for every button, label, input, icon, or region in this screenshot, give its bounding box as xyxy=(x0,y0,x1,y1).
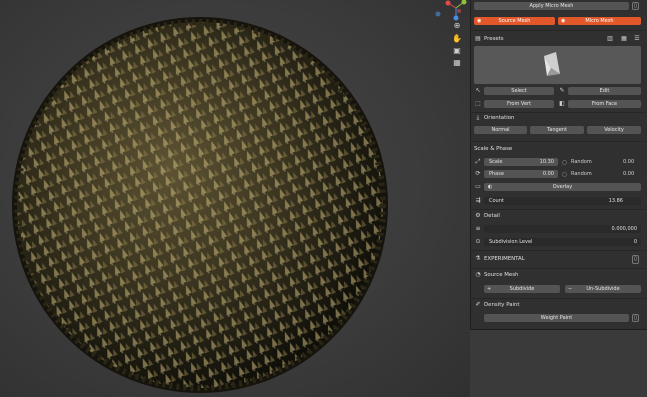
navigation-gizmo-icon[interactable] xyxy=(430,0,470,70)
apply-micro-mesh-button[interactable]: Apply Micro Mesh xyxy=(474,2,629,10)
detail-slider[interactable]: 0.000,000 xyxy=(484,225,641,233)
plus-icon: + xyxy=(487,286,492,292)
from-vert-button[interactable]: From Vert xyxy=(484,100,554,108)
detail-header: Detail xyxy=(484,213,500,219)
viewport-background xyxy=(470,330,647,397)
list-view-icon[interactable]: ▥ xyxy=(606,35,614,43)
presets-icon: ▤ xyxy=(475,35,481,42)
eye-icon: ◉ xyxy=(561,18,566,24)
overlay-button[interactable]: ◐ Overlay xyxy=(484,183,641,191)
subdivide-button[interactable]: + Subdivide xyxy=(484,285,560,293)
monitor-icon: ▭ xyxy=(475,183,481,190)
hand-icon[interactable]: ✋ xyxy=(452,34,462,44)
minus-icon: − xyxy=(568,286,573,292)
orientation-tangent-button[interactable]: Tangent xyxy=(530,126,584,134)
orientation-velocity-button[interactable]: Velocity xyxy=(587,126,641,134)
select-button[interactable]: Select xyxy=(484,87,554,95)
scale-icon: ⤢ xyxy=(475,158,481,165)
orientation-icon: ⤓ xyxy=(476,114,480,121)
eye-icon: ◉ xyxy=(477,18,482,24)
detail-icon: ⚙ xyxy=(475,212,481,219)
random-scale-toggle[interactable] xyxy=(562,160,567,165)
trash-icon[interactable]: ▯ xyxy=(632,2,639,10)
trash-icon[interactable]: ▯ xyxy=(632,314,639,322)
pencil-icon: ✎ xyxy=(559,87,565,94)
grid-view-icon[interactable]: ▦ xyxy=(620,35,628,43)
phase-icon: ⟳ xyxy=(475,170,481,177)
random-phase-label: Random xyxy=(571,171,592,177)
random-scale-label: Random xyxy=(571,159,592,165)
preset-thumbnail xyxy=(544,52,560,76)
source-mesh-header: Source Mesh xyxy=(484,272,519,278)
orientation-normal-button[interactable]: Normal xyxy=(474,126,527,134)
preset-preview[interactable] xyxy=(474,46,641,84)
weight-paint-button[interactable]: Weight Paint xyxy=(484,314,629,322)
scale-phase-header: Scale & Phase xyxy=(474,146,513,152)
presets-header: Presets xyxy=(484,36,504,42)
orientation-header: Orientation xyxy=(484,115,515,121)
trash-icon[interactable]: ▯ xyxy=(632,255,639,264)
spiky-sphere-render xyxy=(12,17,388,393)
scale-field[interactable]: Scale 10.30 xyxy=(484,158,558,166)
camera-icon[interactable]: ▣ xyxy=(452,46,462,56)
flask-icon: ⚗ xyxy=(475,255,481,262)
random-phase-value[interactable]: 0.00 xyxy=(623,170,634,178)
subdivision-icon: ⊙ xyxy=(475,238,481,245)
zoom-icon[interactable]: ⊕ xyxy=(452,21,462,31)
overlay-toggle-icon: ◐ xyxy=(488,184,493,190)
face-icon: ◧ xyxy=(559,100,565,107)
source-mesh-button[interactable]: ◉ Source Mesh xyxy=(474,17,555,25)
grid-icon[interactable]: ▦ xyxy=(452,58,462,68)
count-icon: ⇶ xyxy=(475,197,481,204)
detail-level-icon: ≡ xyxy=(475,225,481,232)
density-paint-header: Density Paint xyxy=(484,302,520,308)
unsubdivide-button[interactable]: − Un-Subdivide xyxy=(565,285,641,293)
micro-mesh-button[interactable]: ◉ Micro Mesh xyxy=(558,17,641,25)
random-scale-value[interactable]: 0.00 xyxy=(623,158,634,166)
vertex-icon: ⬚ xyxy=(475,100,481,107)
random-phase-toggle[interactable] xyxy=(562,172,567,177)
source-mesh-icon: ◔ xyxy=(475,271,481,278)
subdivision-level-field[interactable]: Subdivision Level 0 xyxy=(484,238,641,246)
menu-icon[interactable]: ☰ xyxy=(633,35,641,43)
count-field[interactable]: Count 13.86 xyxy=(484,197,641,205)
brush-icon: ✐ xyxy=(475,301,481,308)
experimental-header: EXPERIMENTAL xyxy=(484,256,525,262)
phase-field[interactable]: Phase 0.00 xyxy=(484,170,558,178)
from-face-button[interactable]: From Face xyxy=(568,100,641,108)
cursor-icon: ↖ xyxy=(475,87,481,94)
edit-button[interactable]: Edit xyxy=(568,87,641,95)
